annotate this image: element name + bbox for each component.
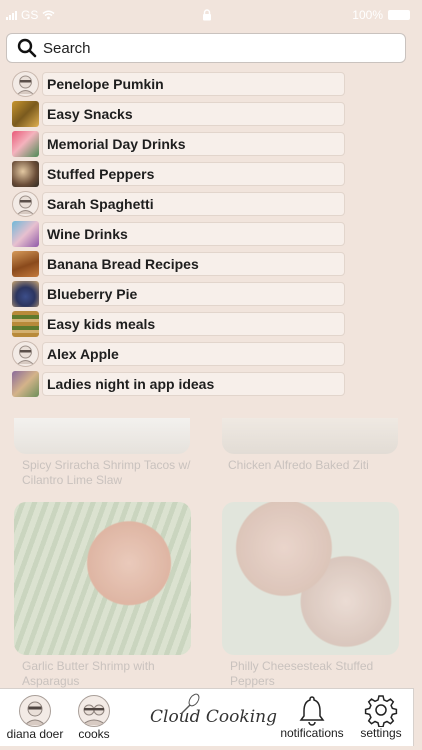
- result-label: Wine Drinks: [42, 222, 345, 246]
- result-label: Easy Snacks: [42, 102, 345, 126]
- recipe-card-image[interactable]: [14, 418, 190, 454]
- gear-icon: [364, 695, 398, 728]
- result-item[interactable]: Easy Snacks: [12, 101, 345, 127]
- recipe-thumbnail: [12, 161, 39, 187]
- result-item[interactable]: Easy kids meals: [12, 311, 345, 337]
- lock-icon: [203, 9, 211, 21]
- signal-icon: [6, 10, 17, 20]
- battery-icon: [388, 10, 410, 20]
- bottom-nav: diana doer cooks Cloud Cooking notificat…: [0, 688, 414, 746]
- search-bar[interactable]: [6, 33, 406, 63]
- nav-profile-label: diana doer: [6, 727, 64, 741]
- nav-settings-label: settings: [360, 726, 402, 740]
- nav-notifications-label: notifications: [280, 726, 344, 740]
- status-left: GS: [6, 8, 55, 22]
- recipe-feed: Spicy Sriracha Shrimp Tacos w/ Cilantro …: [0, 410, 422, 690]
- recipe-card-image[interactable]: [222, 418, 398, 454]
- result-item[interactable]: Wine Drinks: [12, 221, 345, 247]
- result-label: Memorial Day Drinks: [42, 132, 345, 156]
- recipe-card-title[interactable]: Philly Cheesesteak Stuffed Peppers: [230, 659, 400, 689]
- nav-settings[interactable]: settings: [354, 693, 408, 740]
- profile-avatar-icon: [19, 695, 51, 727]
- result-label: Stuffed Peppers: [42, 162, 345, 186]
- cooks-icon: [78, 695, 110, 727]
- battery-percent: 100%: [352, 8, 383, 22]
- recipe-thumbnail: [12, 371, 39, 397]
- recipe-card-image[interactable]: [14, 502, 191, 655]
- user-avatar-icon: [12, 341, 39, 367]
- user-avatar-icon: [12, 71, 39, 97]
- recipe-card-title[interactable]: Spicy Sriracha Shrimp Tacos w/ Cilantro …: [22, 458, 192, 488]
- nav-cooks[interactable]: cooks: [72, 695, 116, 741]
- carrier-name: GS: [21, 8, 39, 22]
- recipe-card-title[interactable]: Garlic Butter Shrimp with Asparagus: [22, 659, 192, 689]
- result-label: Ladies night in app ideas: [42, 372, 345, 396]
- status-bar: GS 100%: [0, 0, 422, 30]
- recipe-card-image[interactable]: [222, 502, 399, 655]
- result-item[interactable]: Blueberry Pie: [12, 281, 345, 307]
- recipe-thumbnail: [12, 131, 39, 157]
- search-icon: [17, 38, 37, 58]
- result-label: Blueberry Pie: [42, 282, 345, 306]
- result-item[interactable]: Stuffed Peppers: [12, 161, 345, 187]
- brand-logo: Cloud Cooking: [150, 707, 277, 727]
- nav-profile[interactable]: diana doer: [4, 695, 66, 741]
- result-item[interactable]: Sarah Spaghetti: [12, 191, 345, 217]
- recipe-thumbnail: [12, 281, 39, 307]
- result-label: Sarah Spaghetti: [42, 192, 345, 216]
- search-results-dropdown: Penelope Pumkin Easy Snacks Memorial Day…: [8, 66, 405, 410]
- recipe-thumbnail: [12, 101, 39, 127]
- brand-name: Cloud Cooking: [150, 707, 277, 727]
- user-avatar-icon: [12, 191, 39, 217]
- result-item[interactable]: Alex Apple: [12, 341, 345, 367]
- wifi-icon: [42, 10, 55, 20]
- result-label: Easy kids meals: [42, 312, 345, 336]
- status-right: 100%: [352, 8, 410, 22]
- result-item[interactable]: Ladies night in app ideas: [12, 371, 345, 397]
- whisk-icon: [180, 693, 200, 715]
- result-label: Penelope Pumkin: [42, 72, 345, 96]
- search-input[interactable]: [43, 39, 373, 57]
- bell-icon: [299, 696, 325, 726]
- recipe-thumbnail: [12, 311, 39, 337]
- recipe-card-title[interactable]: Chicken Alfredo Baked Ziti: [228, 458, 398, 473]
- result-label: Alex Apple: [42, 342, 345, 366]
- result-item[interactable]: Banana Bread Recipes: [12, 251, 345, 277]
- result-label: Banana Bread Recipes: [42, 252, 345, 276]
- nav-cooks-label: cooks: [78, 727, 110, 741]
- recipe-thumbnail: [12, 221, 39, 247]
- nav-notifications[interactable]: notifications: [274, 693, 350, 740]
- result-item[interactable]: Penelope Pumkin: [12, 71, 345, 97]
- result-item[interactable]: Memorial Day Drinks: [12, 131, 345, 157]
- recipe-thumbnail: [12, 251, 39, 277]
